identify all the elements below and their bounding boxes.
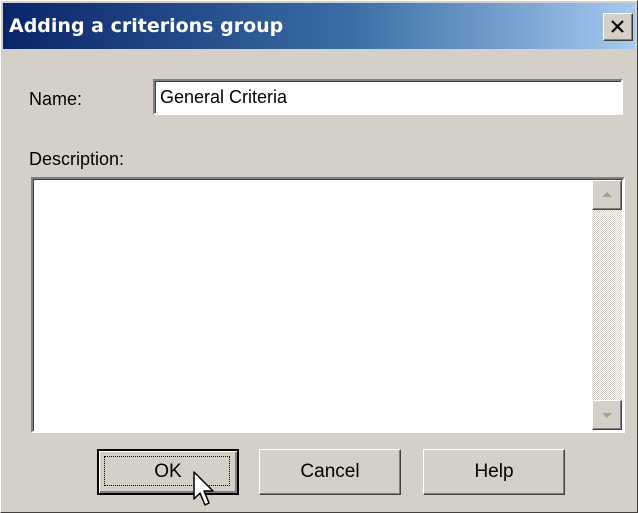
help-button[interactable]: Help: [423, 449, 565, 495]
cancel-button-label: Cancel: [300, 461, 360, 482]
name-input[interactable]: [153, 79, 623, 115]
name-label: Name:: [29, 89, 83, 109]
mouse-pointer-icon: [193, 471, 214, 506]
title-bar[interactable]: Adding a criterions group: [3, 3, 635, 49]
vertical-scrollbar[interactable]: [592, 180, 622, 430]
scroll-up-button[interactable]: [592, 180, 622, 210]
description-textarea[interactable]: [31, 177, 625, 433]
help-button-label: Help: [474, 461, 514, 482]
description-label: Description:: [29, 149, 125, 169]
arrow-up-icon: [602, 192, 612, 197]
window-title: Adding a criterions group: [9, 15, 284, 37]
cancel-button[interactable]: Cancel: [259, 449, 401, 495]
ok-button[interactable]: OK: [97, 449, 239, 495]
ok-button-label: OK: [154, 461, 182, 482]
scroll-down-button[interactable]: [592, 400, 622, 430]
dialog-window: Adding a criterions group Name: Descript…: [0, 0, 638, 513]
arrow-down-icon: [602, 413, 612, 418]
close-button[interactable]: [603, 13, 633, 41]
close-icon: [611, 20, 624, 33]
